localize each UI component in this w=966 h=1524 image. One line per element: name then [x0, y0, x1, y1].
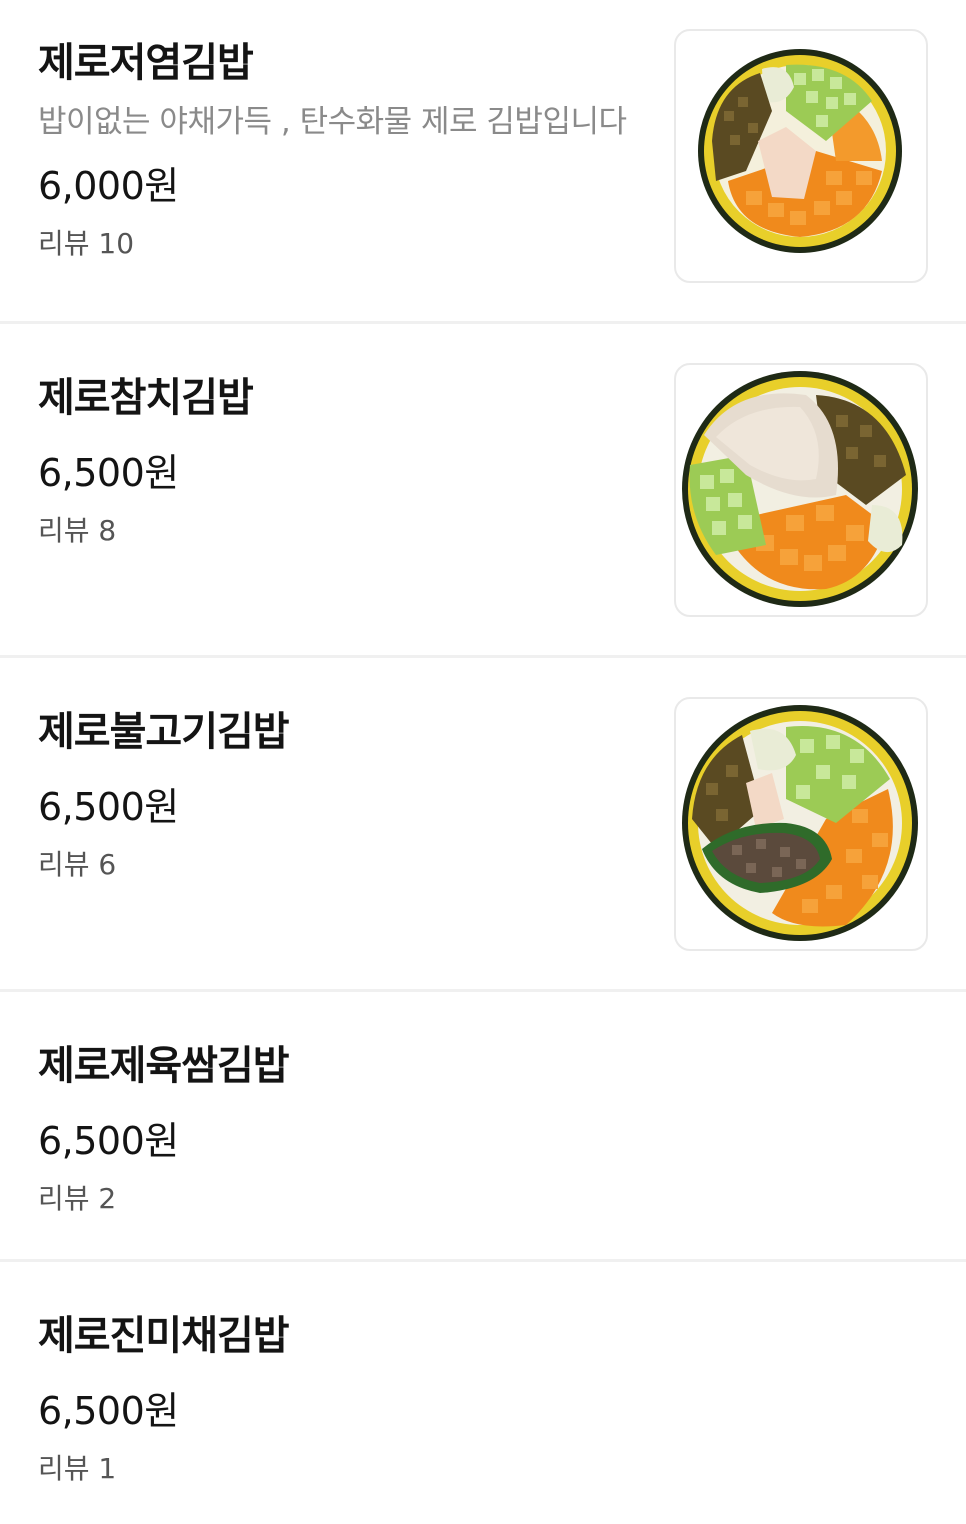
- menu-item-description: 밥이없는 야채가득 , 탄수화물 제로 김밥입니다: [38, 104, 627, 140]
- menu-item-dried-squid-kimbap[interactable]: 제로진미채김밥 6,500원 리뷰 1: [0, 1262, 966, 1524]
- menu-item-price: 6,500원: [38, 1119, 179, 1163]
- kimbap-image: [682, 371, 918, 607]
- menu-item-name: 제로진미채김밥: [38, 1313, 290, 1359]
- menu-item-info: 제로불고기김밥 6,500원 리뷰 6: [38, 707, 646, 883]
- menu-item-price: 6,500원: [38, 1389, 179, 1433]
- menu-item-name: 제로참치김밥: [38, 375, 254, 421]
- kimbap-image: [698, 49, 902, 253]
- menu-item-low-salt-kimbap[interactable]: 제로저염김밥 밥이없는 야채가득 , 탄수화물 제로 김밥입니다 6,000원 …: [0, 0, 966, 324]
- menu-item-thumbnail[interactable]: [674, 29, 928, 283]
- menu-item-review-count: 리뷰 10: [38, 227, 135, 260]
- menu-item-price: 6,000원: [38, 164, 179, 208]
- menu-item-info: 제로저염김밥 밥이없는 야채가득 , 탄수화물 제로 김밥입니다 6,000원 …: [38, 38, 646, 262]
- menu-item-review-count: 리뷰 1: [38, 1452, 117, 1485]
- menu-item-name: 제로불고기김밥: [38, 709, 290, 755]
- menu-item-spicy-pork-ssam-kimbap[interactable]: 제로제육쌈김밥 6,500원 리뷰 2: [0, 992, 966, 1262]
- menu-item-name: 제로제육쌈김밥: [38, 1043, 290, 1089]
- menu-item-info: 제로참치김밥 6,500원 리뷰 8: [38, 373, 646, 549]
- menu-item-name: 제로저염김밥: [38, 40, 254, 86]
- menu-item-bulgogi-kimbap[interactable]: 제로불고기김밥 6,500원 리뷰 6: [0, 658, 966, 992]
- menu-item-review-count: 리뷰 2: [38, 1182, 117, 1215]
- menu-item-thumbnail[interactable]: [674, 363, 928, 617]
- kimbap-image: [682, 705, 918, 941]
- menu-item-price: 6,500원: [38, 785, 179, 829]
- menu-item-price: 6,500원: [38, 451, 179, 495]
- menu-item-info: 제로제육쌈김밥 6,500원 리뷰 2: [38, 1041, 646, 1217]
- menu-item-info: 제로진미채김밥 6,500원 리뷰 1: [38, 1311, 646, 1487]
- menu-item-review-count: 리뷰 6: [38, 848, 117, 881]
- menu-item-tuna-kimbap[interactable]: 제로참치김밥 6,500원 리뷰 8: [0, 324, 966, 658]
- menu-item-review-count: 리뷰 8: [38, 514, 117, 547]
- menu-item-thumbnail[interactable]: [674, 697, 928, 951]
- menu-list: 제로저염김밥 밥이없는 야채가득 , 탄수화물 제로 김밥입니다 6,000원 …: [0, 0, 966, 1524]
